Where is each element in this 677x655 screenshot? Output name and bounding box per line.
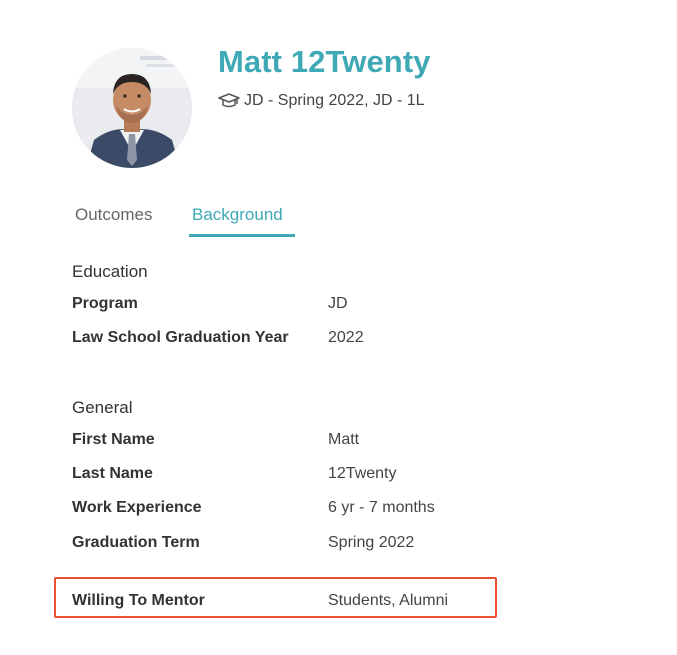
avatar: [72, 48, 192, 168]
field-value-last-name: 12Twenty: [328, 465, 397, 482]
field-value-program: JD: [328, 295, 348, 312]
section-title-education: Education: [72, 262, 148, 281]
profile-photo: [72, 48, 192, 168]
field-label-last-name: Last Name: [72, 465, 153, 482]
field-label-first-name: First Name: [72, 431, 155, 448]
graduation-cap-icon: [218, 93, 240, 109]
tab-background[interactable]: Background: [192, 205, 283, 225]
field-value-graduation-term: Spring 2022: [328, 534, 415, 551]
profile-subtitle-text: JD - Spring 2022, JD - 1L: [244, 92, 425, 109]
active-tab-indicator: [189, 234, 295, 237]
profile-name: Matt 12Twenty: [218, 44, 431, 79]
field-value-first-name: Matt: [328, 431, 360, 448]
field-value-willing-to-mentor: Students, Alumni: [328, 592, 449, 609]
section-title-general: General: [72, 398, 133, 417]
field-label-willing-to-mentor: Willing To Mentor: [72, 592, 205, 609]
field-value-law-school-graduation-year: 2022: [328, 329, 364, 346]
tab-outcomes[interactable]: Outcomes: [75, 205, 152, 225]
field-value-work-experience: 6 yr - 7 months: [328, 499, 435, 516]
field-label-graduation-term: Graduation Term: [72, 534, 200, 551]
field-label-law-school-graduation-year: Law School Graduation Year: [72, 329, 289, 346]
profile-subtitle: JD - Spring 2022, JD - 1L: [218, 92, 425, 110]
field-label-program: Program: [72, 295, 138, 312]
field-label-work-experience: Work Experience: [72, 499, 202, 516]
